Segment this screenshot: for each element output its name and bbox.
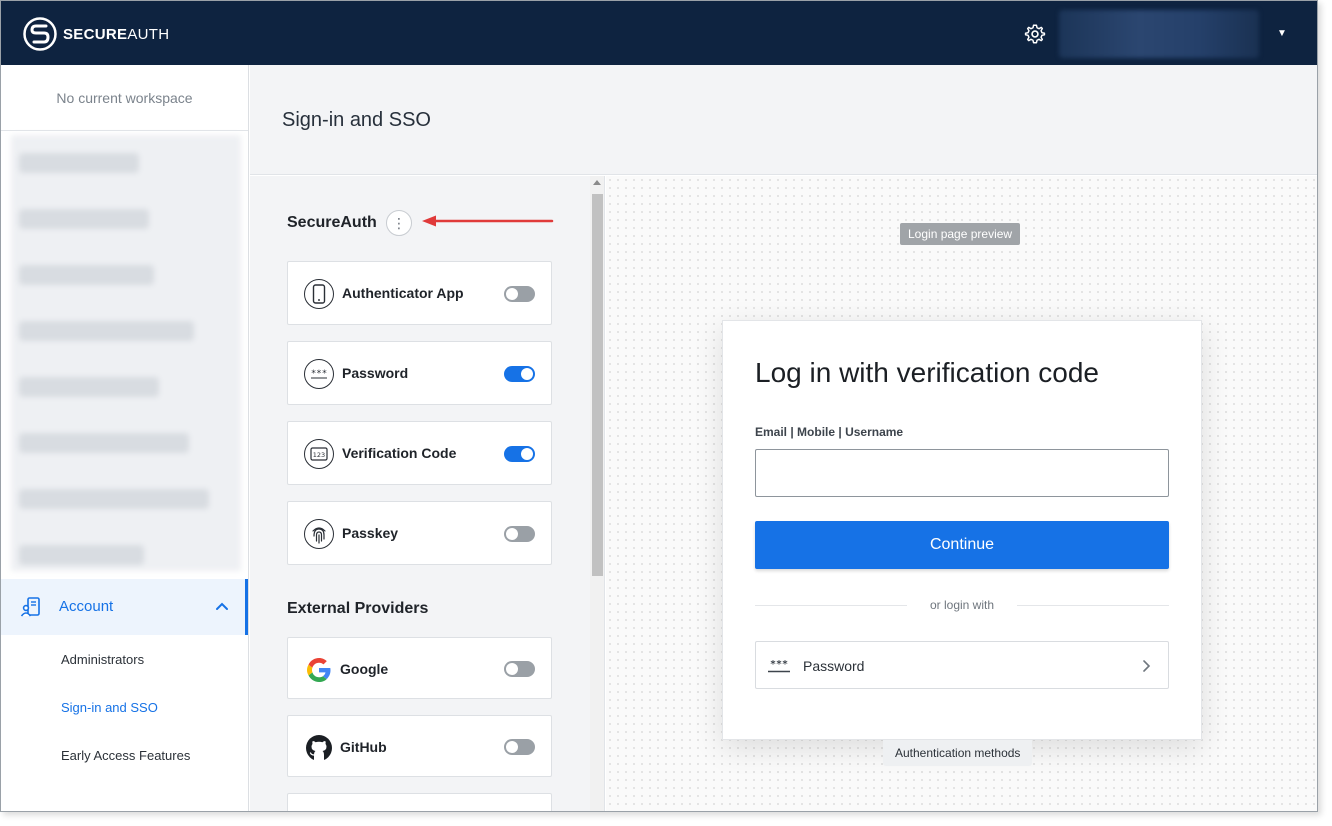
sidebar: No current workspace Account Administrat… [1,65,249,811]
svg-text:123: 123 [313,451,325,459]
user-menu-blurred[interactable] [1059,10,1259,58]
login-card: Log in with verification code Email | Mo… [722,320,1202,740]
account-icon [20,597,40,617]
password-icon: *** [768,659,790,673]
logo-text: SECUREAUTH [63,25,170,43]
more-options-button[interactable]: ⋮ [386,210,412,236]
method-label: Verification Code [342,445,457,461]
login-preview-panel: Login page preview Log in with verificat… [606,176,1317,811]
preview-badge: Login page preview [900,223,1021,245]
provider-label: GitHub [340,739,387,755]
methods-panel: SecureAuth ⋮ Authenticator App *** Passw… [250,176,590,811]
provider-label: Google [340,661,389,677]
identifier-field-label: Email | Mobile | Username [755,425,904,439]
secureauth-logo[interactable]: SECUREAUTH [22,16,169,52]
authentication-methods-badge: Authentication methods [883,740,1033,766]
scroll-thumb[interactable] [592,194,603,576]
method-label: Passkey [342,525,399,541]
blurred-nav-items [11,135,241,571]
caret-down-icon[interactable]: ▼ [1277,28,1287,39]
chevron-up-icon[interactable] [215,601,229,611]
method-card-passkey: Passkey [287,501,552,565]
secureauth-logo-icon [23,17,57,51]
section-title-secureauth: SecureAuth [287,214,377,231]
sidebar-item-label: Account [59,598,114,615]
provider-card-github: GitHub [287,715,552,777]
sidebar-subitem-early-access[interactable]: Early Access Features [61,748,190,763]
provider-card-google: Google [287,637,552,699]
fingerprint-icon [304,519,334,549]
google-icon [304,655,334,685]
annotation-arrow-icon [422,215,554,227]
section-title-external-providers: External Providers [287,600,429,617]
alt-method-label: Password [803,658,865,674]
divider-right [1017,605,1169,606]
sidebar-item-account[interactable]: Account [1,579,248,635]
top-bar: SECUREAUTH ▼ [1,1,1317,65]
sidebar-subitem-sign-in-sso[interactable]: Sign-in and SSO [61,700,158,715]
sidebar-subitem-administrators[interactable]: Administrators [61,652,144,667]
workspace-label[interactable]: No current workspace [1,65,248,131]
toggle-google[interactable] [504,661,535,677]
methods-scrollbar[interactable] [590,176,605,811]
method-card-password: *** Password [287,341,552,405]
gear-icon[interactable] [1024,23,1046,45]
toggle-verification-code[interactable] [504,446,535,462]
alt-method-password-button[interactable]: *** Password [755,641,1169,689]
svg-text:***: *** [770,659,788,670]
phone-icon [304,279,334,309]
login-title: Log in with verification code [755,357,1099,388]
page-header: Sign-in and SSO [250,65,1317,175]
toggle-authenticator-app[interactable] [504,286,535,302]
page-title: Sign-in and SSO [282,109,431,131]
method-card-authenticator-app: Authenticator App [287,261,552,325]
method-label: Authenticator App [342,285,464,301]
password-icon: *** [304,359,334,389]
github-icon [304,733,334,763]
toggle-passkey[interactable] [504,526,535,542]
verification-code-icon: 123 [304,439,334,469]
scroll-up-icon[interactable] [593,180,601,185]
app-window: SECUREAUTH ▼ No current workspace Accoun… [0,0,1318,812]
method-label: Password [342,365,409,381]
method-card-verification-code: 123 Verification Code [287,421,552,485]
continue-button[interactable]: Continue [755,521,1169,569]
chevron-right-icon [1143,660,1151,672]
kebab-icon: ⋮ [392,215,406,231]
toggle-password[interactable] [504,366,535,382]
toggle-github[interactable] [504,739,535,755]
identifier-input[interactable] [755,449,1169,497]
provider-card-partial [287,793,552,811]
